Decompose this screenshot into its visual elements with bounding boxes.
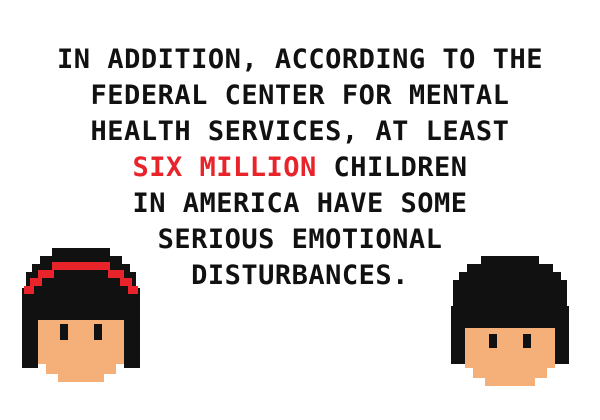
pixel-girl-character: [22, 248, 140, 382]
infographic-panel: IN ADDITION, ACCORDING TO THE FEDERAL CE…: [0, 0, 600, 420]
caption-line-1: IN ADDITION, ACCORDING TO THE: [57, 44, 543, 75]
caption-line-4-rest: CHILDREN: [316, 152, 468, 183]
girl-face: [38, 320, 124, 382]
highlight-statistic: SIX MILLION: [132, 152, 317, 183]
caption-line-4: SIX MILLION CHILDREN: [0, 150, 600, 186]
pixel-boy-character: [451, 256, 569, 386]
boy-face: [465, 328, 555, 386]
caption-line-5: IN AMERICA HAVE SOME: [132, 188, 468, 219]
caption-line-3: HEALTH SERVICES, AT LEAST: [90, 116, 510, 147]
caption-line-2: FEDERAL CENTER FOR MENTAL: [90, 80, 510, 111]
